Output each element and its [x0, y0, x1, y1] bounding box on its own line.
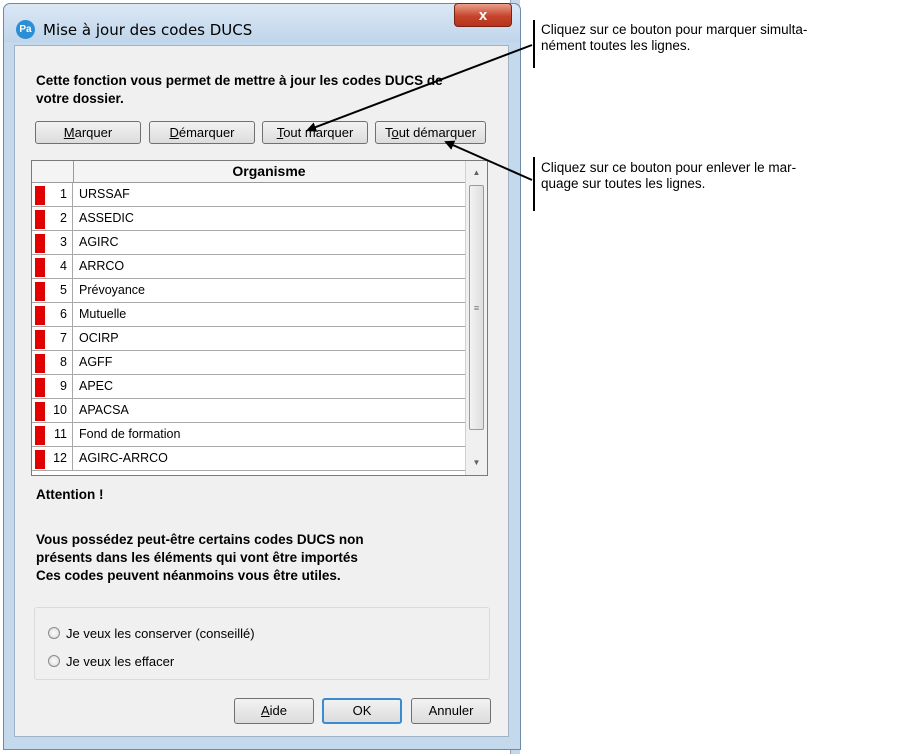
- arrow-to-tout-demarquer: [444, 140, 533, 181]
- arrow-to-tout-marquer: [306, 44, 533, 132]
- callout-arrows: [306, 44, 533, 181]
